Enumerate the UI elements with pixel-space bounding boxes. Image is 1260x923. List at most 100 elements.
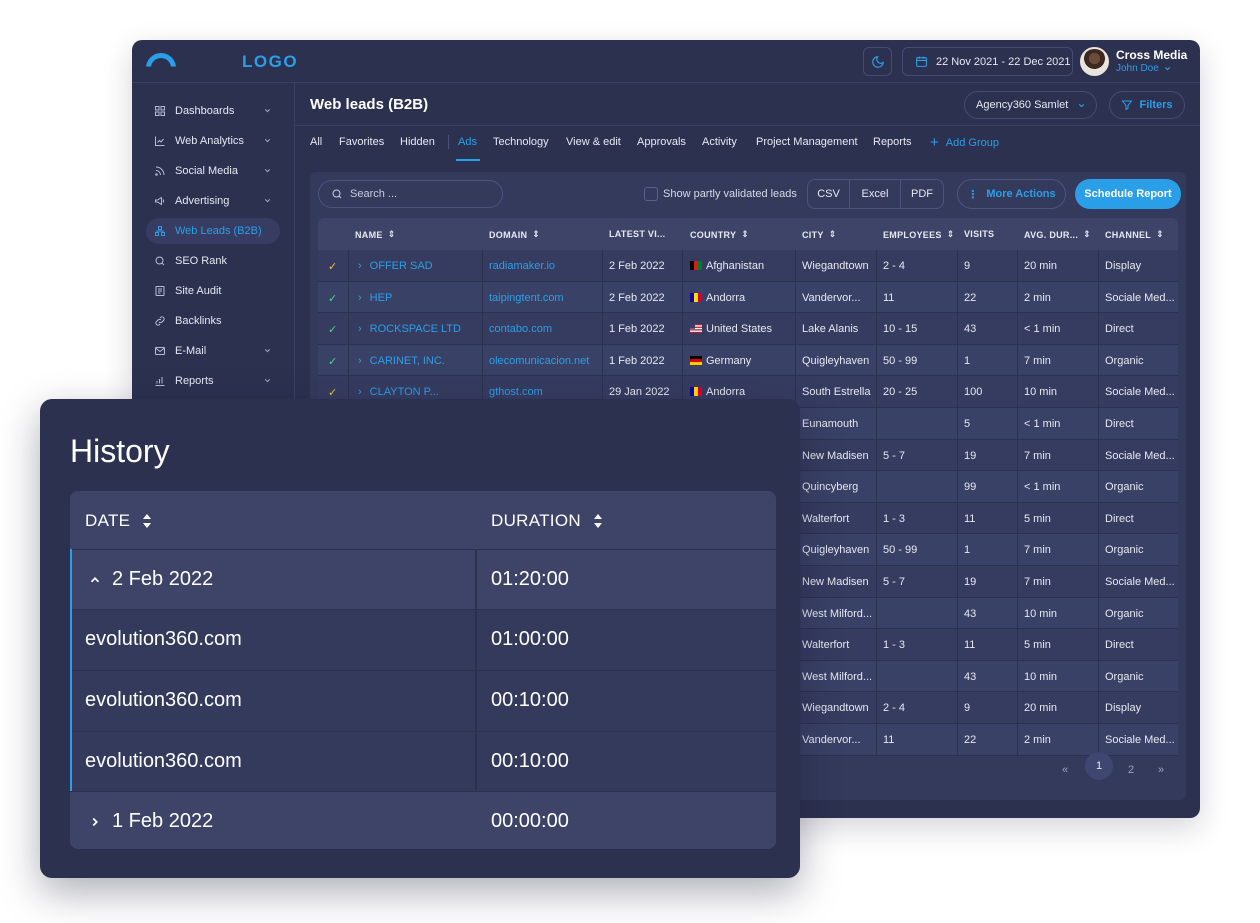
chevron-right-icon[interactable]: › (358, 292, 362, 304)
search-box[interactable] (318, 180, 503, 208)
column-divider (876, 250, 877, 281)
sidebar-item-social-media[interactable]: Social Media (146, 158, 280, 184)
column-divider (1017, 565, 1018, 597)
history-col-date[interactable]: DATE (85, 511, 152, 531)
column-divider (957, 439, 958, 471)
cell-domain[interactable]: contabo.com (489, 323, 552, 335)
page-title: Web leads (B2B) (310, 96, 429, 113)
table-row[interactable]: ✓ › CARINET, INC. olecomunicacion.net 1 Feb … (318, 344, 1178, 377)
sort-icon (593, 514, 602, 528)
column-label: DURATION (491, 511, 581, 530)
lead-name[interactable]: › OFFER SAD (358, 260, 433, 272)
col-header-visits[interactable]: VISITS (964, 229, 994, 239)
avatar[interactable] (1080, 47, 1109, 76)
history-group-row[interactable]: 1 Feb 2022 00:00:00 (70, 791, 776, 849)
user-menu[interactable]: John Doe (1116, 63, 1172, 74)
table-row[interactable]: ✓ › HEP taipingtent.com 2 Feb 2022 Andorra Van… (318, 281, 1178, 314)
cell-avg: 5 min (1024, 639, 1051, 652)
sidebar-item-advertising[interactable]: Advertising (146, 188, 280, 214)
tab-hidden[interactable]: Hidden (400, 136, 435, 148)
table-row[interactable]: ✓ › ROCKSPACE LTD contabo.com 1 Feb 2022 Unit… (318, 313, 1178, 345)
cell-avg: 10 min (1024, 670, 1058, 683)
sidebar-item-web-leads[interactable]: Web Leads (B2B) (146, 218, 280, 244)
history-col-duration[interactable]: DURATION (491, 511, 603, 531)
validated-check-icon: ✓ (328, 292, 338, 305)
column-divider (1017, 344, 1018, 376)
lead-name-text: HEP (369, 291, 393, 304)
lead-name[interactable]: › ROCKSPACE LTD (358, 323, 461, 335)
export-csv-button[interactable]: CSV (808, 180, 850, 208)
col-header-employees[interactable]: EMPLOYEES ⇕ (883, 229, 955, 240)
tab-technology[interactable]: Technology (493, 136, 549, 148)
sidebar-item-seo-rank[interactable]: SEO Rank (146, 248, 280, 274)
chevron-right-icon[interactable]: › (358, 323, 362, 335)
more-actions-button[interactable]: ⋮ More Actions (957, 179, 1066, 209)
chevron-right-icon[interactable]: › (358, 386, 362, 398)
sidebar-item-web-analytics[interactable]: Web Analytics (146, 128, 280, 154)
col-header-latest-visit[interactable]: LATEST VI... (609, 229, 665, 239)
tab-approvals[interactable]: Approvals (637, 136, 686, 148)
filters-button[interactable]: Filters (1109, 91, 1185, 119)
cell-employees: 5 - 7 (883, 575, 906, 588)
search-input[interactable] (350, 188, 490, 200)
agency-select[interactable]: Agency360 Samlet (964, 91, 1097, 119)
col-header-avg-duration[interactable]: AVG. DUR... ⇕ (1024, 229, 1091, 240)
schedule-report-button[interactable]: Schedule Report (1075, 179, 1181, 209)
export-pdf-button[interactable]: PDF (901, 180, 943, 208)
sidebar-item-dashboards[interactable]: Dashboards (146, 98, 280, 124)
partly-validated-checkbox[interactable] (644, 187, 658, 201)
tab-favorites[interactable]: Favorites (339, 136, 384, 148)
lead-name[interactable]: › CARINET, INC. (358, 355, 445, 367)
flag-icon (690, 260, 706, 272)
history-duration: 01:00:00 (491, 628, 569, 650)
dark-mode-toggle[interactable] (863, 47, 892, 76)
column-divider (876, 629, 877, 660)
chevron-right-icon[interactable]: › (358, 355, 362, 367)
pagination-page-2[interactable]: 2 (1128, 764, 1134, 776)
cell-domain[interactable]: gthost.com (489, 386, 543, 398)
cell-channel: Sociale Med... (1105, 733, 1175, 746)
column-divider (876, 471, 877, 502)
country-name: Andorra (706, 291, 746, 304)
history-group-row[interactable]: 2 Feb 2022 01:20:00 (70, 549, 776, 609)
col-header-name[interactable]: NAME ⇕ (355, 229, 396, 240)
col-header-domain[interactable]: DOMAIN ⇕ (489, 229, 540, 240)
pagination-first[interactable]: « (1062, 764, 1068, 776)
chevron-right-icon[interactable] (88, 815, 102, 829)
cell-domain[interactable]: olecomunicacion.net (489, 355, 589, 367)
column-divider (876, 723, 877, 755)
col-header-city[interactable]: CITY ⇕ (802, 229, 837, 240)
col-header-country[interactable]: COUNTRY ⇕ (690, 229, 749, 240)
sidebar-item-backlinks[interactable]: Backlinks (146, 308, 280, 334)
cell-employees: 1 - 3 (883, 639, 906, 652)
tab-activity[interactable]: Activity (702, 136, 737, 148)
tab-ads[interactable]: Ads (458, 136, 477, 148)
tab-reports[interactable]: Reports (873, 136, 912, 148)
cell-domain[interactable]: taipingtent.com (489, 292, 564, 304)
tab-all[interactable]: All (310, 136, 322, 148)
column-divider (876, 597, 877, 629)
column-divider (1098, 723, 1099, 755)
pagination-page-current[interactable]: 1 (1085, 752, 1113, 780)
tab-view-edit[interactable]: View & edit (566, 136, 621, 148)
add-group-button[interactable]: + Add Group (930, 134, 999, 151)
col-header-channel[interactable]: CHANNEL ⇕ (1105, 229, 1164, 240)
lead-name[interactable]: › HEP (358, 292, 392, 304)
tab-project-management[interactable]: Project Management (756, 136, 858, 148)
column-divider (1098, 250, 1099, 281)
sidebar-item-reports[interactable]: Reports (146, 368, 280, 394)
sidebar-item-site-audit[interactable]: Site Audit (146, 278, 280, 304)
chevron-right-icon[interactable]: › (358, 260, 362, 272)
pagination-last[interactable]: » (1158, 764, 1164, 776)
chevron-up-icon[interactable] (88, 573, 102, 587)
tabs-divider-line (295, 125, 1200, 126)
column-divider (957, 723, 958, 755)
export-excel-button[interactable]: Excel (850, 180, 901, 208)
column-label: LATEST VI... (609, 229, 666, 239)
cell-visits: 19 (964, 575, 977, 588)
lead-name[interactable]: › CLAYTON P... (358, 386, 439, 398)
table-row[interactable]: ✓ › OFFER SAD radiamaker.io 2 Feb 2022 Afghan… (318, 250, 1178, 282)
date-range-picker[interactable]: 22 Nov 2021 - 22 Dec 2021 (902, 47, 1073, 76)
cell-domain[interactable]: radiamaker.io (489, 260, 555, 272)
sidebar-item-email[interactable]: E-Mail (146, 338, 280, 364)
